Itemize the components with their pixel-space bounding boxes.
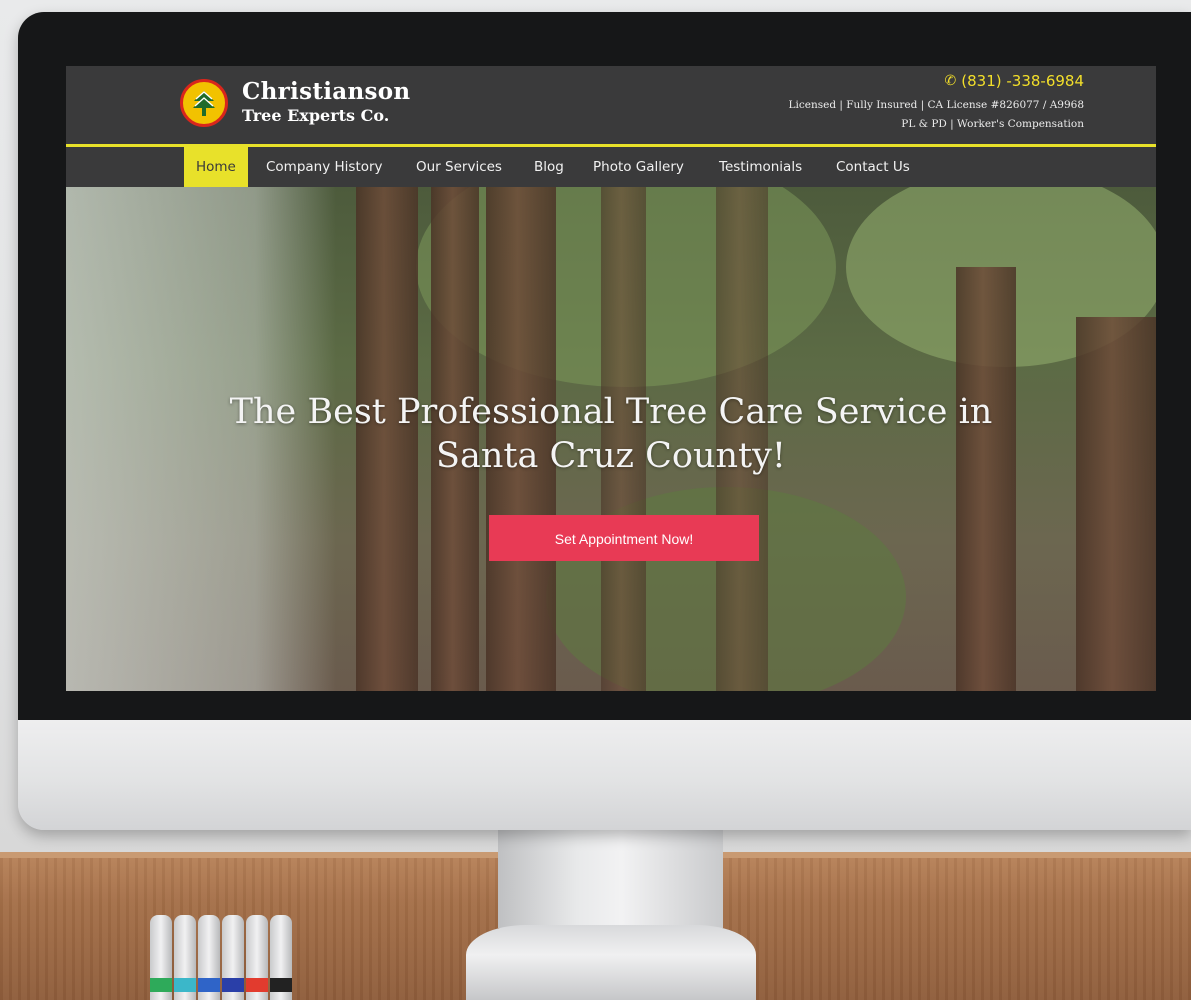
hero-headline-line1: The Best Professional Tree Care Service … xyxy=(229,392,993,432)
set-appointment-button[interactable]: Set Appointment Now! xyxy=(489,515,759,561)
brand-subtitle[interactable]: Tree Experts Co. xyxy=(242,106,389,125)
monitor: Christianson Tree Experts Co. ✆ (831) -3… xyxy=(18,12,1191,830)
tree-trunk xyxy=(1076,317,1156,691)
main-nav: Home Company History Our Services Blog P… xyxy=(66,147,1156,187)
monitor-stand-base xyxy=(466,925,756,1000)
nav-our-services[interactable]: Our Services xyxy=(404,147,514,187)
tree-logo-icon[interactable] xyxy=(180,79,228,127)
phone-number[interactable]: (831) -338-6984 xyxy=(961,72,1084,90)
nav-contact-us[interactable]: Contact Us xyxy=(824,147,922,187)
marker xyxy=(270,915,292,1000)
tree-trunk xyxy=(956,267,1016,691)
phone-contact[interactable]: ✆ (831) -338-6984 xyxy=(945,72,1084,90)
nav-blog[interactable]: Blog xyxy=(522,147,576,187)
nav-testimonials[interactable]: Testimonials xyxy=(707,147,814,187)
brand-name[interactable]: Christianson xyxy=(242,78,410,105)
nav-home[interactable]: Home xyxy=(184,147,248,187)
site-header: Christianson Tree Experts Co. ✆ (831) -3… xyxy=(66,66,1156,144)
hero-headline-line2: Santa Cruz County! xyxy=(436,436,786,476)
nav-company-history[interactable]: Company History xyxy=(254,147,395,187)
insurance-line: PL & PD | Worker's Compensation xyxy=(901,118,1084,130)
monitor-chin xyxy=(18,720,1191,830)
marker xyxy=(246,915,268,1000)
marker xyxy=(222,915,244,1000)
nav-photo-gallery[interactable]: Photo Gallery xyxy=(581,147,696,187)
license-line: Licensed | Fully Insured | CA License #8… xyxy=(788,99,1084,111)
marker xyxy=(150,915,172,1000)
license-info: Licensed | Fully Insured | CA License #8… xyxy=(789,96,1084,134)
website-screen: Christianson Tree Experts Co. ✆ (831) -3… xyxy=(66,66,1156,691)
phone-icon: ✆ xyxy=(944,73,957,89)
marker xyxy=(198,915,220,1000)
marker xyxy=(174,915,196,1000)
hero-headline: The Best Professional Tree Care Service … xyxy=(66,390,1156,478)
marker-set xyxy=(150,908,300,1000)
monitor-stand xyxy=(498,830,723,928)
hero-banner: The Best Professional Tree Care Service … xyxy=(66,187,1156,691)
